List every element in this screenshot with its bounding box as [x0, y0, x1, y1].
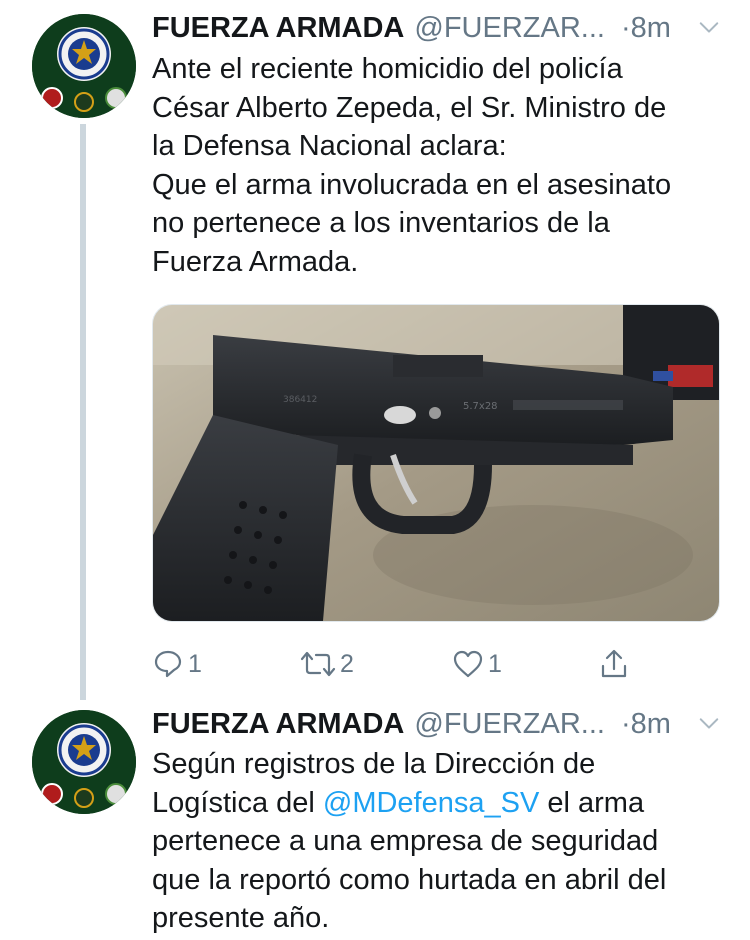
like-count: 1 — [488, 649, 502, 678]
tweet-text: Ante el reciente homicidio del policía C… — [152, 53, 672, 278]
share-button[interactable] — [598, 644, 630, 684]
serial-marking: 386412 — [283, 395, 317, 405]
army-emblem-icon — [32, 710, 136, 814]
retweet-icon — [300, 651, 336, 677]
timestamp[interactable]: ·8m — [621, 12, 671, 45]
tweet-header: FUERZA ARMADA @FUERZAR... ·8m — [152, 702, 720, 746]
pistol-photo: 5.7x28 386412 — [153, 305, 719, 621]
user-handle[interactable]: @FUERZAR... — [414, 708, 605, 741]
chevron-down-icon[interactable] — [698, 712, 720, 734]
tweet-header: FUERZA ARMADA @FUERZAR... ·8m — [152, 6, 720, 50]
tweet-actions: 1 2 1 — [152, 644, 652, 684]
reply-icon — [154, 650, 182, 678]
heart-icon — [453, 650, 483, 678]
share-icon — [601, 649, 627, 678]
tweet[interactable]: FUERZA ARMADA @FUERZAR... ·8m Ante el re… — [0, 0, 750, 700]
retweet-count: 2 — [340, 649, 354, 678]
reply-button[interactable]: 1 — [152, 644, 202, 684]
display-name[interactable]: FUERZA ARMADA — [152, 12, 404, 45]
display-name[interactable]: FUERZA ARMADA — [152, 708, 404, 741]
avatar[interactable] — [32, 710, 136, 814]
thread-line — [80, 124, 86, 700]
avatar[interactable] — [32, 14, 136, 118]
army-emblem-icon — [32, 14, 136, 118]
tweet-text: Según registros de la Dirección de Logís… — [152, 745, 722, 938]
user-handle[interactable]: @FUERZAR... — [414, 12, 605, 45]
mention-link[interactable]: @MDefensa_SV — [323, 787, 539, 819]
chevron-down-icon[interactable] — [698, 16, 720, 38]
retweet-button[interactable]: 2 — [300, 644, 354, 684]
timestamp[interactable]: ·8m — [621, 708, 671, 741]
model-marking: 5.7x28 — [463, 401, 498, 412]
tweet-photo[interactable]: 5.7x28 386412 — [152, 304, 720, 622]
like-button[interactable]: 1 — [452, 644, 502, 684]
reply-count: 1 — [188, 649, 202, 678]
